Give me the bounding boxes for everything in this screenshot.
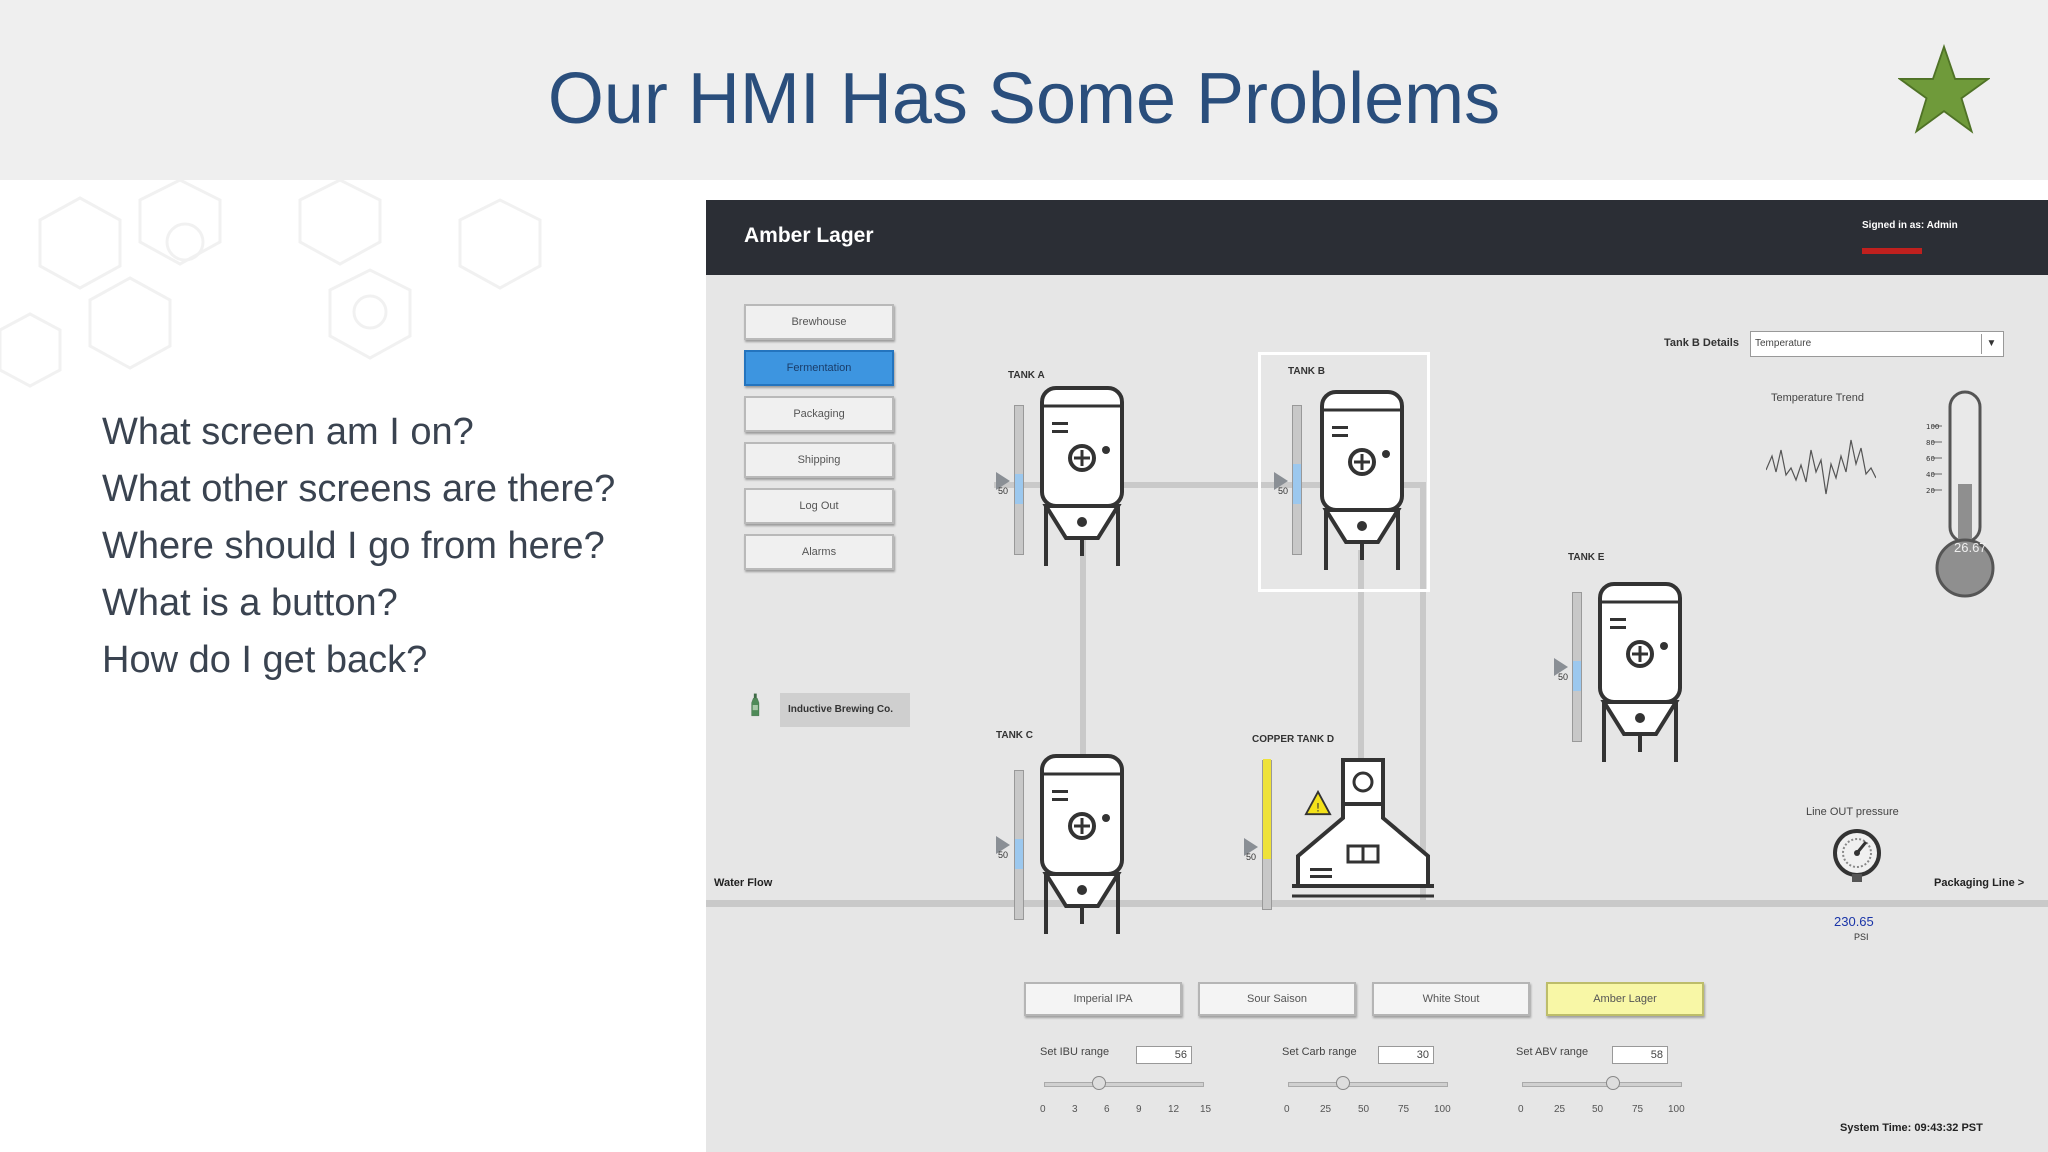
nav-logout-button[interactable]: Log Out bbox=[744, 488, 894, 524]
recipe-white-stout-button[interactable]: White Stout bbox=[1372, 982, 1530, 1016]
pressure-unit: PSI bbox=[1854, 932, 1869, 942]
carb-tick: 75 bbox=[1398, 1104, 1410, 1115]
carb-tick: 25 bbox=[1320, 1104, 1332, 1115]
thermo-scale-40: 40 bbox=[1926, 471, 1935, 479]
thermometer-gauge: 100 80 60 40 20 bbox=[1926, 390, 1995, 598]
ibu-slider-label: Set IBU range bbox=[1040, 1046, 1110, 1058]
trend-label: Temperature Trend bbox=[1771, 392, 1864, 404]
recipe-amber-lager-button[interactable]: Amber Lager bbox=[1546, 982, 1704, 1016]
question-item: What is a button? bbox=[102, 582, 398, 624]
question-item: Where should I go from here? bbox=[102, 525, 605, 567]
tank-details-label: Tank B Details bbox=[1664, 337, 1739, 349]
packaging-line-label[interactable]: Packaging Line > bbox=[1934, 877, 2024, 889]
question-item: What other screens are there? bbox=[102, 468, 616, 510]
ibu-tick: 12 bbox=[1168, 1104, 1180, 1115]
ibu-slider-track[interactable] bbox=[1044, 1082, 1204, 1087]
pressure-label: Line OUT pressure bbox=[1806, 806, 1899, 818]
abv-tick: 0 bbox=[1518, 1104, 1524, 1115]
tank-d-label: COPPER TANK D bbox=[1252, 734, 1335, 745]
signed-in-label: Signed in as: Admin bbox=[1862, 220, 1958, 231]
pressure-gauge-icon bbox=[1833, 829, 1881, 882]
tank-c-level-bar bbox=[1014, 770, 1024, 920]
carb-slider-thumb[interactable] bbox=[1336, 1076, 1350, 1090]
temperature-trend-sparkline bbox=[1766, 439, 1876, 495]
tank-c-icon[interactable] bbox=[1032, 748, 1132, 938]
ibu-tick: 6 bbox=[1104, 1104, 1110, 1115]
carb-tick: 50 bbox=[1358, 1104, 1370, 1115]
thermometer-value: 26.67 bbox=[1954, 540, 1987, 555]
abv-input[interactable]: 58 bbox=[1612, 1046, 1668, 1064]
tank-details-selected: Temperature bbox=[1755, 338, 1812, 349]
carb-tick: 100 bbox=[1434, 1104, 1451, 1115]
tank-b-label: TANK B bbox=[1288, 366, 1326, 377]
ibu-slider-thumb[interactable] bbox=[1092, 1076, 1106, 1090]
star-icon bbox=[1898, 44, 1990, 134]
slide-title: Our HMI Has Some Problems bbox=[547, 59, 1501, 139]
abv-slider-thumb[interactable] bbox=[1606, 1076, 1620, 1090]
tank-e-icon[interactable] bbox=[1590, 576, 1690, 766]
question-list: What screen am I on? What other screens … bbox=[102, 404, 615, 689]
question-item: How do I get back? bbox=[102, 639, 428, 681]
ibu-tick: 9 bbox=[1136, 1104, 1142, 1115]
carb-tick: 0 bbox=[1284, 1104, 1290, 1115]
thermo-scale-100: 100 bbox=[1926, 423, 1939, 431]
tank-d-level-value: 50 bbox=[1246, 852, 1257, 862]
hmi-title: Amber Lager bbox=[744, 224, 874, 247]
recipe-imperial-ipa-button[interactable]: Imperial IPA bbox=[1024, 982, 1182, 1016]
ibu-tick: 3 bbox=[1072, 1104, 1078, 1115]
tank-b-level-value: 50 bbox=[1278, 486, 1289, 496]
tank-e-level-value: 50 bbox=[1558, 672, 1569, 682]
brand-label: Inductive Brewing Co. bbox=[780, 693, 910, 727]
tank-c-level-value: 50 bbox=[998, 850, 1009, 860]
water-flow-label: Water Flow bbox=[714, 877, 773, 889]
abv-slider-label: Set ABV range bbox=[1516, 1046, 1589, 1058]
carb-slider-track[interactable] bbox=[1288, 1082, 1448, 1087]
nav-packaging-button[interactable]: Packaging bbox=[744, 396, 894, 432]
tank-b-level-bar bbox=[1292, 405, 1302, 555]
tank-a-level-bar bbox=[1014, 405, 1024, 555]
hmi-header: Amber Lager Signed in as: Admin bbox=[706, 200, 2048, 275]
thermo-scale-60: 60 bbox=[1926, 455, 1935, 463]
thermo-scale-20: 20 bbox=[1926, 487, 1935, 495]
tank-c-label: TANK C bbox=[996, 730, 1034, 741]
tank-details-select[interactable]: Temperature ▼ bbox=[1750, 331, 2004, 357]
nav-fermentation-button[interactable]: Fermentation bbox=[744, 350, 894, 386]
abv-tick: 100 bbox=[1668, 1104, 1685, 1115]
abv-tick: 25 bbox=[1554, 1104, 1566, 1115]
abv-tick: 50 bbox=[1592, 1104, 1604, 1115]
tank-a-level-value: 50 bbox=[998, 486, 1009, 496]
ibu-tick: 0 bbox=[1040, 1104, 1046, 1115]
abv-slider-track[interactable] bbox=[1522, 1082, 1682, 1087]
nav-alarms-button[interactable]: Alarms bbox=[744, 534, 894, 570]
tank-a-icon[interactable] bbox=[1032, 380, 1132, 570]
hmi-screenshot: Amber Lager Signed in as: Admin Brewhous… bbox=[706, 200, 2048, 1152]
alarm-indicator[interactable] bbox=[1862, 248, 1922, 254]
ibu-input[interactable]: 56 bbox=[1136, 1046, 1192, 1064]
tank-b-icon[interactable] bbox=[1312, 384, 1412, 574]
carb-slider-label: Set Carb range bbox=[1282, 1046, 1357, 1058]
tank-e-label: TANK E bbox=[1568, 552, 1605, 563]
carb-input[interactable]: 30 bbox=[1378, 1046, 1434, 1064]
recipe-sour-saison-button[interactable]: Sour Saison bbox=[1198, 982, 1356, 1016]
pressure-value: 230.65 bbox=[1834, 914, 1874, 929]
ibu-tick: 15 bbox=[1200, 1104, 1212, 1115]
chevron-down-icon[interactable]: ▼ bbox=[1981, 334, 2001, 354]
copper-tank-d-icon[interactable] bbox=[1288, 756, 1438, 906]
tank-e-level-bar bbox=[1572, 592, 1582, 742]
tank-d-level-bar bbox=[1262, 759, 1272, 910]
abv-tick: 75 bbox=[1632, 1104, 1644, 1115]
question-item: What screen am I on? bbox=[102, 411, 474, 453]
thermo-scale-80: 80 bbox=[1926, 439, 1935, 447]
nav-brewhouse-button[interactable]: Brewhouse bbox=[744, 304, 894, 340]
system-time: System Time: 09:43:32 PST bbox=[1840, 1122, 1983, 1134]
nav-shipping-button[interactable]: Shipping bbox=[744, 442, 894, 478]
